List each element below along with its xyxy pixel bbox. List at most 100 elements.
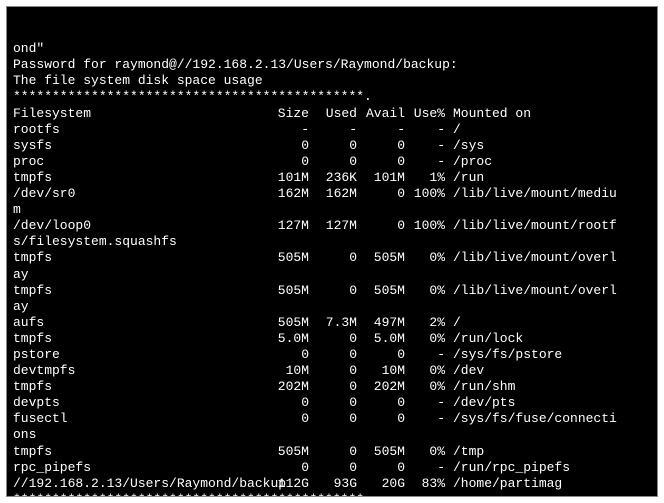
cell-use-pct: 0%	[405, 444, 445, 460]
cell-used: 0	[309, 395, 357, 411]
cell-use-pct: 100%	[405, 186, 445, 202]
cell-filesystem: tmpfs	[13, 331, 261, 347]
cell-avail: 0	[357, 411, 405, 427]
table-row: rpc_pipefs000-/run/rpc_pipefs	[13, 460, 651, 476]
wrapped-continuation: ons	[13, 427, 651, 443]
cell-size: 162M	[261, 186, 309, 202]
cell-used: 0	[309, 283, 357, 299]
cell-size: 505M	[261, 444, 309, 460]
cell-avail: 0	[357, 460, 405, 476]
cell-avail: 497M	[357, 315, 405, 331]
cell-filesystem: tmpfs	[13, 283, 261, 299]
cell-used: 0	[309, 444, 357, 460]
cell-size: 5.0M	[261, 331, 309, 347]
cell-use-pct: -	[405, 411, 445, 427]
table-row: tmpfs505M0505M0%/tmp	[13, 444, 651, 460]
cell-use-pct: 0%	[405, 331, 445, 347]
cell-mounted-on: /run/shm	[445, 379, 515, 395]
cell-size: 127M	[261, 218, 309, 234]
cell-mounted-on: /sys/fs/fuse/connecti	[445, 411, 617, 427]
cell-size: 101M	[261, 170, 309, 186]
cell-filesystem: rpc_pipefs	[13, 460, 261, 476]
cell-mounted-on: /lib/live/mount/rootf	[445, 218, 617, 234]
cell-use-pct: 0%	[405, 283, 445, 299]
cell-size: 10M	[261, 363, 309, 379]
cell-filesystem: tmpfs	[13, 250, 261, 266]
cell-use-pct: 0%	[405, 379, 445, 395]
table-row: rootfs----/	[13, 122, 651, 138]
table-row: tmpfs5.0M05.0M0%/run/lock	[13, 331, 651, 347]
output-line: ****************************************…	[13, 492, 651, 497]
cell-used: 0	[309, 138, 357, 154]
cell-used: 0	[309, 154, 357, 170]
cell-used: 0	[309, 460, 357, 476]
cell-filesystem: proc	[13, 154, 261, 170]
table-row: tmpfs505M0505M0%/lib/live/mount/overl	[13, 283, 651, 299]
wrapped-continuation: ay	[13, 267, 651, 283]
cell-size: 112G	[261, 476, 309, 492]
cell-filesystem: fusectl	[13, 411, 261, 427]
terminal-window[interactable]: ond"Password for raymond@//192.168.2.13/…	[6, 6, 658, 497]
table-row: tmpfs505M0505M0%/lib/live/mount/overl	[13, 250, 651, 266]
cell-filesystem: /dev/sr0	[13, 186, 261, 202]
cell-filesystem: tmpfs	[13, 379, 261, 395]
cell-use-pct: 100%	[405, 218, 445, 234]
output-line: ond"	[13, 41, 651, 57]
cell-use-pct: -	[405, 395, 445, 411]
cell-size: 0	[261, 460, 309, 476]
cell-mounted-on: /proc	[445, 154, 492, 170]
wrapped-continuation: s/filesystem.squashfs	[13, 234, 651, 250]
cell-mounted-on: /dev/pts	[445, 395, 515, 411]
table-row: //192.168.2.13/Users/Raymond/backup112G9…	[13, 476, 651, 492]
cell-avail: 0	[357, 138, 405, 154]
cell-avail: 202M	[357, 379, 405, 395]
cell-use-pct: -	[405, 460, 445, 476]
output-line: ****************************************…	[13, 89, 651, 105]
table-row: /dev/sr0162M162M0100%/lib/live/mount/med…	[13, 186, 651, 202]
cell-used: 0	[309, 250, 357, 266]
cell-used: 0	[309, 331, 357, 347]
cell-use-pct: -	[405, 347, 445, 363]
table-row: fusectl000-/sys/fs/fuse/connecti	[13, 411, 651, 427]
cell-avail: -	[357, 122, 405, 138]
cell-size: 202M	[261, 379, 309, 395]
cell-filesystem: devpts	[13, 395, 261, 411]
cell-avail: 10M	[357, 363, 405, 379]
cell-mounted-on: /lib/live/mount/overl	[445, 283, 617, 299]
table-row: sysfs000-/sys	[13, 138, 651, 154]
col-mounted-on: Mounted on	[445, 106, 531, 122]
table-row: devtmpfs10M010M0%/dev	[13, 363, 651, 379]
cell-avail: 0	[357, 347, 405, 363]
cell-used: -	[309, 122, 357, 138]
cell-used: 236K	[309, 170, 357, 186]
cell-avail: 0	[357, 218, 405, 234]
cell-avail: 0	[357, 186, 405, 202]
cell-mounted-on: /lib/live/mount/overl	[445, 250, 617, 266]
cell-filesystem: sysfs	[13, 138, 261, 154]
table-row: pstore000-/sys/fs/pstore	[13, 347, 651, 363]
cell-use-pct: -	[405, 122, 445, 138]
cell-use-pct: 0%	[405, 250, 445, 266]
cell-mounted-on: /lib/live/mount/mediu	[445, 186, 617, 202]
output-line: The file system disk space usage	[13, 73, 651, 89]
cell-mounted-on: /	[445, 122, 461, 138]
cell-use-pct: -	[405, 138, 445, 154]
cell-use-pct: 2%	[405, 315, 445, 331]
cell-size: 0	[261, 411, 309, 427]
cell-size: 505M	[261, 250, 309, 266]
col-use-pct: Use%	[405, 106, 445, 122]
table-row: aufs505M7.3M497M2%/	[13, 315, 651, 331]
cell-avail: 5.0M	[357, 331, 405, 347]
cell-size: 505M	[261, 283, 309, 299]
cell-size: 0	[261, 395, 309, 411]
cell-avail: 0	[357, 395, 405, 411]
cell-mounted-on: /	[445, 315, 461, 331]
cell-used: 93G	[309, 476, 357, 492]
cell-used: 0	[309, 363, 357, 379]
cell-mounted-on: /run	[445, 170, 484, 186]
cell-size: -	[261, 122, 309, 138]
cell-filesystem: tmpfs	[13, 444, 261, 460]
table-row: /dev/loop0127M127M0100%/lib/live/mount/r…	[13, 218, 651, 234]
cell-filesystem: aufs	[13, 315, 261, 331]
cell-avail: 505M	[357, 283, 405, 299]
